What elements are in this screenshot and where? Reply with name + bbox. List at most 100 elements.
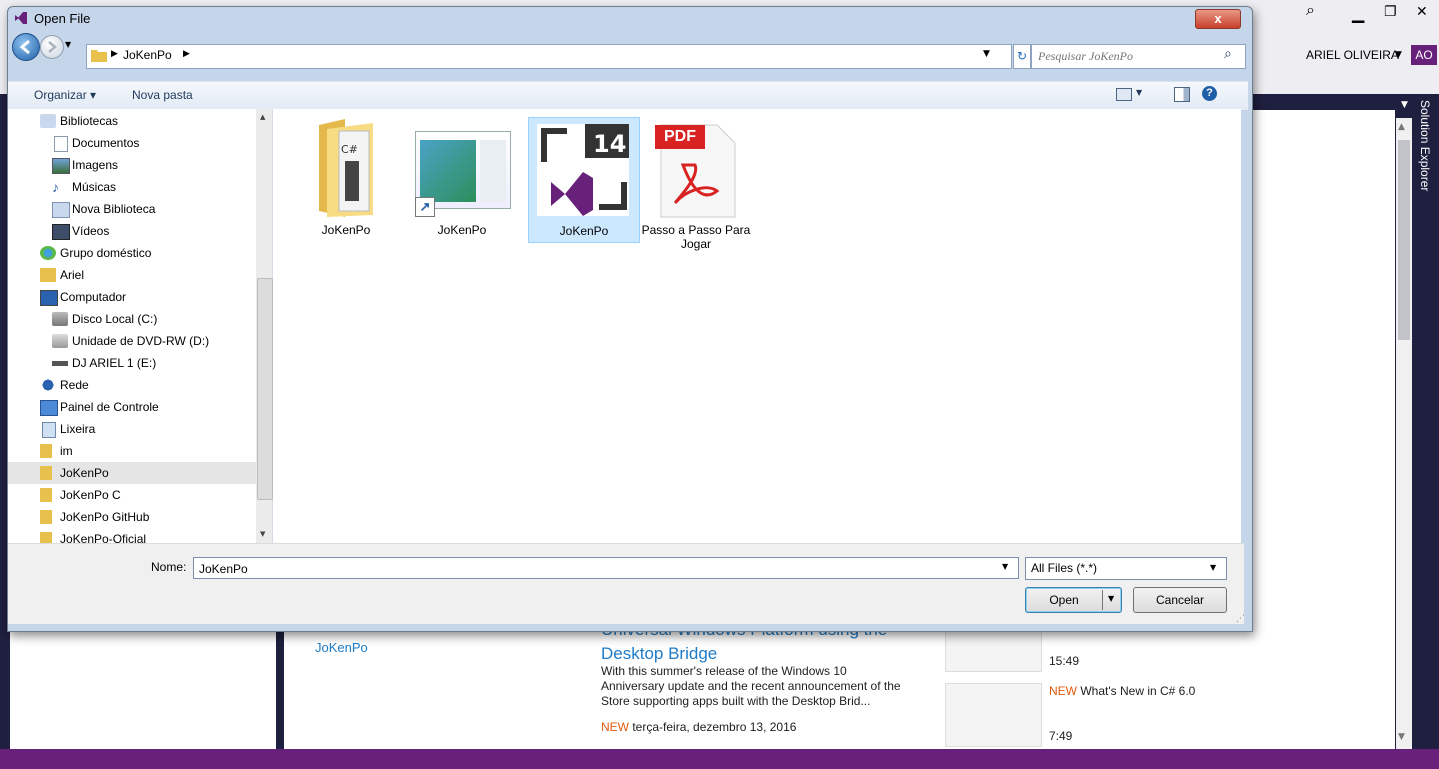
nav-item-grupo-domestico[interactable]: Grupo doméstico — [8, 242, 264, 264]
dialog-title: Open File — [34, 11, 91, 26]
open-options-icon[interactable]: ▼ — [1108, 594, 1114, 603]
nav-item-jokenpo-oficial[interactable]: JoKenPo-Oficial — [8, 528, 264, 543]
nav-item-label: DJ ARIEL 1 (E:) — [72, 356, 157, 370]
nav-item-im[interactable]: im — [8, 440, 264, 462]
news-thumbnail[interactable] — [945, 628, 1042, 672]
refresh-button[interactable]: ↻ — [1013, 44, 1031, 69]
restore-icon[interactable]: ❐ — [1384, 4, 1397, 20]
address-bar[interactable]: ▶ JoKenPo ▶ ▼ — [86, 44, 1012, 69]
status-bar — [0, 749, 1439, 769]
nav-item-painel-controle[interactable]: Painel de Controle — [8, 396, 264, 418]
nav-item-lixeira[interactable]: Lixeira — [8, 418, 264, 440]
scrollbar-thumb[interactable] — [1398, 140, 1410, 340]
vs-user-name[interactable]: ARIEL OLIVEIRA — [1306, 48, 1399, 62]
preview-pane-icon[interactable] — [1174, 87, 1190, 102]
documents-icon — [54, 136, 68, 152]
open-button-label[interactable]: Open — [1026, 588, 1102, 612]
back-button[interactable] — [12, 33, 40, 61]
control-panel-icon — [40, 400, 58, 416]
scroll-up-icon[interactable]: ▲ — [1398, 122, 1405, 132]
news-thumbnail[interactable] — [945, 683, 1042, 747]
nav-item-rede[interactable]: Rede — [8, 374, 264, 396]
csharp-folder-icon: C# — [317, 119, 377, 219]
pictures-icon — [52, 158, 70, 174]
chevron-down-icon[interactable]: ▼ — [1395, 50, 1402, 60]
nav-item-videos[interactable]: Vídeos — [8, 220, 264, 242]
dialog-close-button[interactable]: x — [1195, 9, 1241, 29]
search-input[interactable] — [1036, 47, 1220, 66]
file-name-field[interactable]: ▼ — [193, 557, 1019, 579]
file-name-label: Nome: — [151, 560, 187, 574]
refresh-icon: ↻ — [1016, 49, 1028, 63]
nav-item-dj-ariel[interactable]: DJ ARIEL 1 (E:) — [8, 352, 264, 374]
file-name: JoKenPo — [559, 224, 609, 238]
nav-item-nova-biblioteca[interactable]: Nova Biblioteca — [8, 198, 264, 220]
recycle-bin-icon — [42, 422, 56, 438]
nav-item-ariel[interactable]: Ariel — [8, 264, 264, 286]
nav-item-label: im — [60, 444, 73, 458]
nav-item-musicas[interactable]: ♪ Músicas — [8, 176, 264, 198]
recent-locations-icon[interactable]: ▼ — [65, 40, 71, 49]
file-name-input[interactable] — [197, 559, 981, 578]
videos-icon — [52, 224, 70, 240]
file-item-selected[interactable]: 14 JoKenPo — [528, 117, 640, 243]
forward-button[interactable] — [40, 35, 64, 59]
resize-grip-icon[interactable]: ⋰ — [1236, 614, 1245, 624]
news-time: 15:49 — [1049, 654, 1080, 668]
recent-project-link[interactable]: JoKenPo — [315, 640, 368, 655]
breadcrumb-arrow-icon[interactable]: ▶ — [183, 49, 190, 59]
nav-item-label: Rede — [60, 378, 89, 392]
file-type-select[interactable]: All Files (*.*) ▼ — [1025, 557, 1227, 580]
file-item[interactable]: PDF Passo a Passo Para Jogar — [641, 117, 751, 251]
pdf-icon: PDF — [655, 121, 739, 219]
organize-button[interactable]: Organizar ▾ — [34, 88, 96, 102]
nav-item-imagens[interactable]: Imagens — [8, 154, 264, 176]
computer-icon — [40, 290, 58, 306]
pane-dropdown-icon[interactable]: ▼ — [1401, 100, 1408, 110]
nav-item-label: Músicas — [72, 180, 117, 194]
chevron-down-icon[interactable]: ▼ — [1210, 563, 1216, 572]
command-bar: Organizar ▾ Nova pasta ▼ ? — [8, 81, 1248, 111]
search-icon[interactable]: ⌕ — [1224, 46, 1232, 62]
nav-item-documentos[interactable]: Documentos — [8, 132, 264, 154]
view-options-icon[interactable] — [1116, 88, 1132, 101]
news-item-title[interactable]: NEW What's New in C# 6.0 — [1049, 684, 1195, 698]
scroll-down-icon[interactable]: ▼ — [260, 530, 265, 538]
file-item[interactable]: C# JoKenPo — [291, 117, 401, 241]
file-item[interactable]: ↗ JoKenPo — [407, 117, 517, 241]
news-date: terça-feira, dezembro 13, 2016 — [632, 720, 797, 734]
navigation-pane: Bibliotecas Documentos Imagens ♪ Músicas … — [8, 109, 273, 543]
scroll-up-icon[interactable]: ▲ — [260, 113, 265, 121]
nav-item-dvd-drive[interactable]: Unidade de DVD-RW (D:) — [8, 330, 264, 352]
avatar[interactable]: AO — [1411, 45, 1437, 65]
open-button[interactable]: Open ▼ — [1025, 587, 1122, 613]
cancel-button[interactable]: Cancelar — [1133, 587, 1227, 613]
nav-item-bibliotecas[interactable]: Bibliotecas — [8, 110, 264, 132]
nav-item-jokenpo[interactable]: JoKenPo — [8, 462, 264, 484]
visual-studio-icon — [14, 11, 28, 25]
nav-item-jokenpo-github[interactable]: JoKenPo GitHub — [8, 506, 264, 528]
close-icon[interactable]: ✕ — [1416, 4, 1428, 20]
chevron-down-icon[interactable]: ▼ — [1136, 88, 1142, 97]
dvd-drive-icon — [52, 334, 68, 348]
nav-item-computador[interactable]: Computador — [8, 286, 264, 308]
address-dropdown-icon[interactable]: ▼ — [983, 49, 990, 59]
scroll-down-icon[interactable]: ▼ — [1398, 732, 1405, 742]
chevron-down-icon[interactable]: ▼ — [1002, 562, 1008, 571]
libraries-icon — [40, 114, 56, 128]
nav-item-jokenpo-c[interactable]: JoKenPo C — [8, 484, 264, 506]
search-icon[interactable]: ⌕ — [1306, 0, 1315, 20]
breadcrumb-segment[interactable]: JoKenPo — [123, 48, 172, 62]
breadcrumb-arrow-icon[interactable]: ▶ — [111, 49, 118, 59]
nav-item-disco-local[interactable]: Disco Local (C:) — [8, 308, 264, 330]
news-title[interactable]: Desktop Bridge — [601, 644, 717, 664]
help-icon[interactable]: ? — [1202, 86, 1217, 101]
folder-icon — [40, 488, 52, 502]
minimize-icon[interactable]: ▁ — [1352, 4, 1364, 23]
nav-scrollbar-thumb[interactable] — [257, 278, 273, 500]
solution-explorer-tab[interactable]: Solution Explorer — [1418, 100, 1432, 191]
file-name: JoKenPo — [321, 223, 371, 237]
new-folder-button[interactable]: Nova pasta — [132, 88, 193, 102]
search-box[interactable]: ⌕ — [1031, 44, 1246, 69]
nav-item-label: JoKenPo — [60, 466, 109, 480]
